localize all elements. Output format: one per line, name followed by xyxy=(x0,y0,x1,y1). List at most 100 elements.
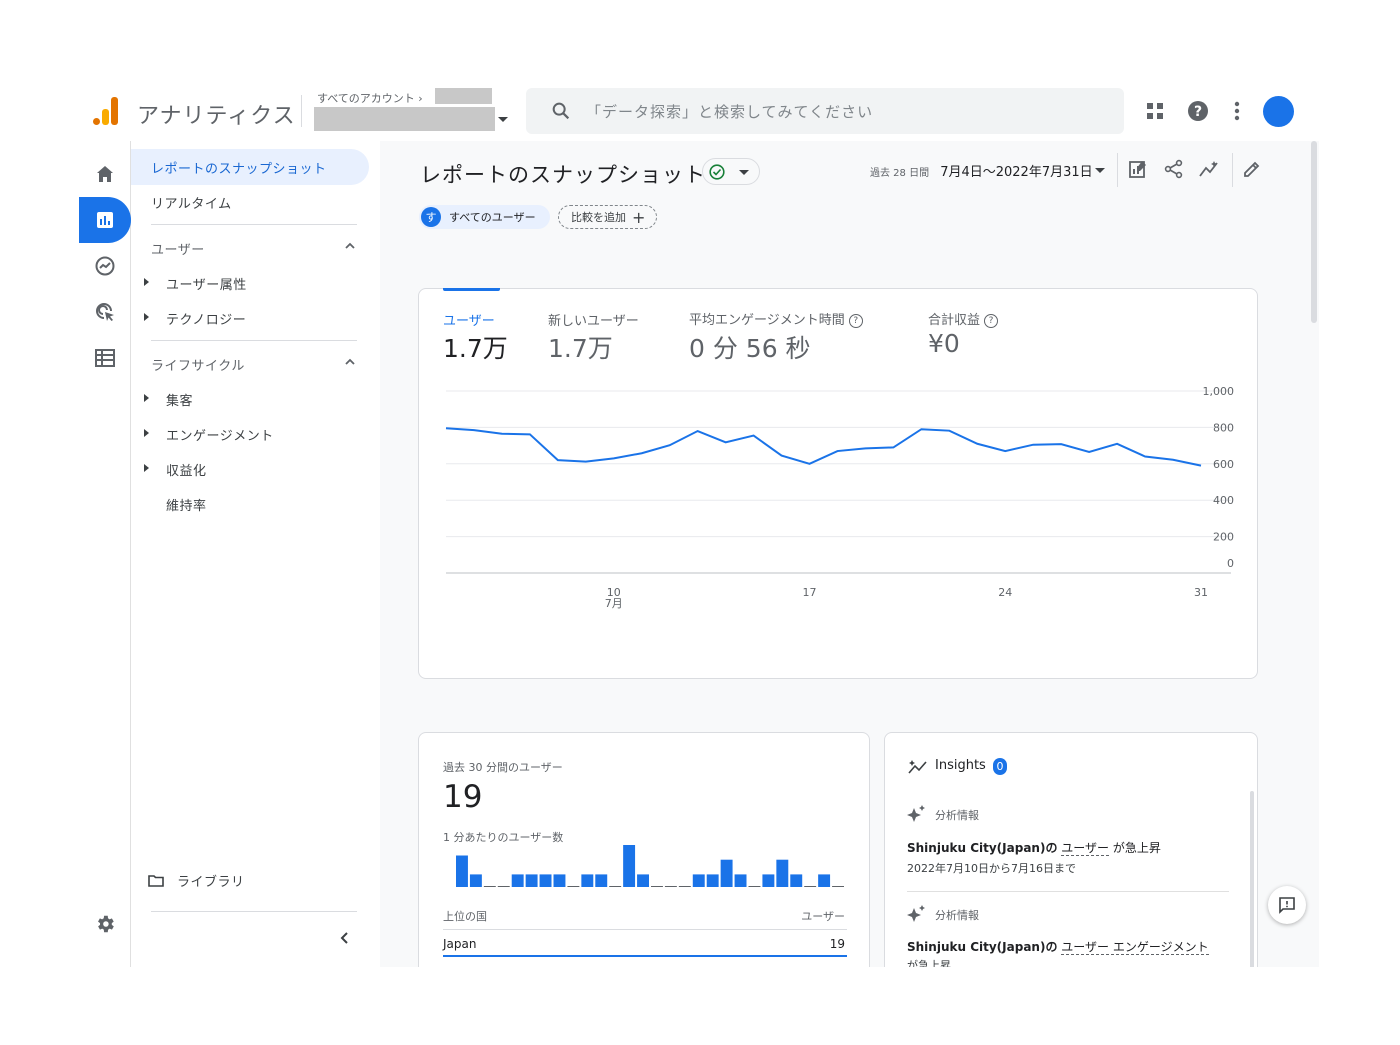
toolbar-divider xyxy=(1117,153,1118,187)
property-redacted[interactable] xyxy=(314,107,495,131)
insight-tag: 分析情報 xyxy=(935,909,979,922)
metric-revenue-value[interactable]: ¥0 xyxy=(928,329,960,358)
minute-bar[interactable] xyxy=(511,874,524,887)
edit-pencil-icon[interactable] xyxy=(1242,159,1262,179)
plus-icon: + xyxy=(632,207,646,227)
help-circle-icon[interactable]: ? xyxy=(984,313,999,328)
status-dropdown[interactable] xyxy=(702,158,760,185)
minute-bar[interactable] xyxy=(581,874,594,887)
rail-admin[interactable] xyxy=(79,901,131,947)
explore-icon xyxy=(95,256,115,276)
rail-explore[interactable] xyxy=(79,243,131,289)
minute-bar[interactable] xyxy=(790,874,803,887)
metric-users-label[interactable]: ユーザー xyxy=(443,310,495,329)
avatar[interactable] xyxy=(1263,96,1294,127)
nav-section-lifecycle[interactable]: ライフサイクル xyxy=(151,355,245,374)
customize-report-icon[interactable] xyxy=(1128,159,1148,179)
metric-revenue-label[interactable]: 合計収益? xyxy=(928,309,999,328)
search-bar[interactable]: 「データ探索」と検索してみてください xyxy=(526,88,1124,134)
selected-metric-indicator xyxy=(443,288,500,291)
metric-engagement-text: 平均エンゲージメント時間 xyxy=(689,313,845,328)
feedback-icon xyxy=(1279,897,1295,914)
minute-bar[interactable] xyxy=(692,874,705,887)
insight-headline[interactable]: Shinjuku City(Japan)の ユーザー エンゲージメント xyxy=(907,938,1209,955)
expand-arrow-icon xyxy=(144,429,149,437)
reports-icon xyxy=(97,212,113,228)
nav-item-engagement[interactable]: エンゲージメント xyxy=(166,425,274,444)
all-users-chip[interactable]: す すべてのユーザー xyxy=(419,205,550,229)
rail-configure[interactable] xyxy=(79,335,131,381)
minute-bar[interactable] xyxy=(469,874,482,887)
more-vert-icon[interactable] xyxy=(1227,99,1247,123)
insight-date: が急上昇 xyxy=(907,959,951,967)
minute-bar[interactable] xyxy=(539,874,552,887)
minute-bar[interactable] xyxy=(818,874,831,887)
metric-new-users-value[interactable]: 1.7万 xyxy=(548,329,613,365)
x-tick-label: 31 xyxy=(1194,586,1208,599)
minute-bar[interactable] xyxy=(776,859,789,887)
minute-bar[interactable] xyxy=(720,859,733,887)
account-path[interactable]: すべてのアカウント › xyxy=(317,90,423,106)
collapse-chevron-icon[interactable] xyxy=(339,931,349,945)
table-divider xyxy=(443,929,847,930)
x-tick-label: 24 xyxy=(998,586,1012,599)
rail-advertising[interactable] xyxy=(79,289,131,335)
insights-scrollbar[interactable] xyxy=(1250,791,1254,967)
left-rail xyxy=(79,141,131,967)
minute-bar[interactable] xyxy=(637,874,649,887)
reports-nav: レポートのスナップショット リアルタイム ユーザー ユーザー属性 テクノロジー … xyxy=(131,141,380,967)
minute-bar[interactable] xyxy=(525,874,538,887)
nav-item-acquisition[interactable]: 集客 xyxy=(166,390,193,409)
insight-suffix: が急上昇 xyxy=(1112,841,1161,855)
minute-bar[interactable] xyxy=(706,874,719,887)
users-series-line[interactable] xyxy=(445,427,1202,467)
sparkle-icon xyxy=(907,905,925,922)
minute-bar[interactable] xyxy=(623,845,636,887)
y-tick-label: 800 xyxy=(1213,421,1234,434)
chevron-up-icon[interactable] xyxy=(344,358,356,366)
nav-item-snapshot[interactable]: レポートのスナップショット xyxy=(131,149,369,185)
add-comparison-button[interactable]: 比較を追加 + xyxy=(558,205,657,229)
date-range-picker[interactable]: 過去 28 日間 7月4日～2022年7月31日 xyxy=(870,161,1093,180)
minute-bar[interactable] xyxy=(595,874,608,887)
country-share-bar xyxy=(443,955,847,957)
y-tick-label: 200 xyxy=(1213,531,1234,544)
property-dropdown-icon[interactable] xyxy=(498,117,508,122)
chevron-up-icon[interactable] xyxy=(344,242,356,250)
x-tick-label: 17 xyxy=(803,586,817,599)
nav-section-user[interactable]: ユーザー xyxy=(151,239,205,258)
nav-item-retention[interactable]: 維持率 xyxy=(166,495,207,514)
metric-engagement-label[interactable]: 平均エンゲージメント時間? xyxy=(689,309,863,328)
metric-revenue-text: 合計収益 xyxy=(928,313,981,328)
help-icon[interactable]: ? xyxy=(1186,99,1210,123)
insights-card: Insights 0 分析情報 Shinjuku City(Japan)の ユー… xyxy=(884,732,1258,967)
analytics-logo[interactable] xyxy=(91,97,121,125)
insight-headline[interactable]: Shinjuku City(Japan)の ユーザー が急上昇 xyxy=(907,839,1161,856)
header-divider xyxy=(301,95,302,127)
metric-new-users-label[interactable]: 新しいユーザー xyxy=(548,310,639,329)
minute-bar[interactable] xyxy=(456,855,468,888)
metric-users-value[interactable]: 1.7万 xyxy=(443,329,508,365)
y-tick-label: 1,000 xyxy=(1203,385,1235,398)
apps-grid-icon[interactable] xyxy=(1143,99,1167,123)
help-circle-icon[interactable]: ? xyxy=(848,313,863,328)
page-scrollbar[interactable] xyxy=(1311,141,1317,323)
minute-bar[interactable] xyxy=(734,874,747,887)
rail-home[interactable] xyxy=(79,151,131,197)
search-icon xyxy=(552,102,570,120)
minute-bar[interactable] xyxy=(553,874,566,887)
insight-divider xyxy=(907,891,1229,892)
feedback-button[interactable] xyxy=(1268,886,1306,924)
insights-trend-icon[interactable] xyxy=(1198,159,1220,179)
nav-item-demographics[interactable]: ユーザー属性 xyxy=(166,274,247,293)
date-prefix: 過去 28 日間 xyxy=(870,168,930,179)
rail-reports[interactable] xyxy=(79,197,131,243)
metric-engagement-value[interactable]: 0 分 56 秒 xyxy=(689,329,811,365)
date-dropdown-icon[interactable] xyxy=(1095,168,1105,173)
nav-item-monetization[interactable]: 収益化 xyxy=(166,460,207,479)
minute-bar[interactable] xyxy=(762,874,775,887)
nav-item-realtime[interactable]: リアルタイム xyxy=(151,193,232,212)
share-icon[interactable] xyxy=(1164,159,1184,179)
nav-item-library[interactable]: ライブラリ xyxy=(177,871,245,890)
nav-item-tech[interactable]: テクノロジー xyxy=(166,309,246,328)
